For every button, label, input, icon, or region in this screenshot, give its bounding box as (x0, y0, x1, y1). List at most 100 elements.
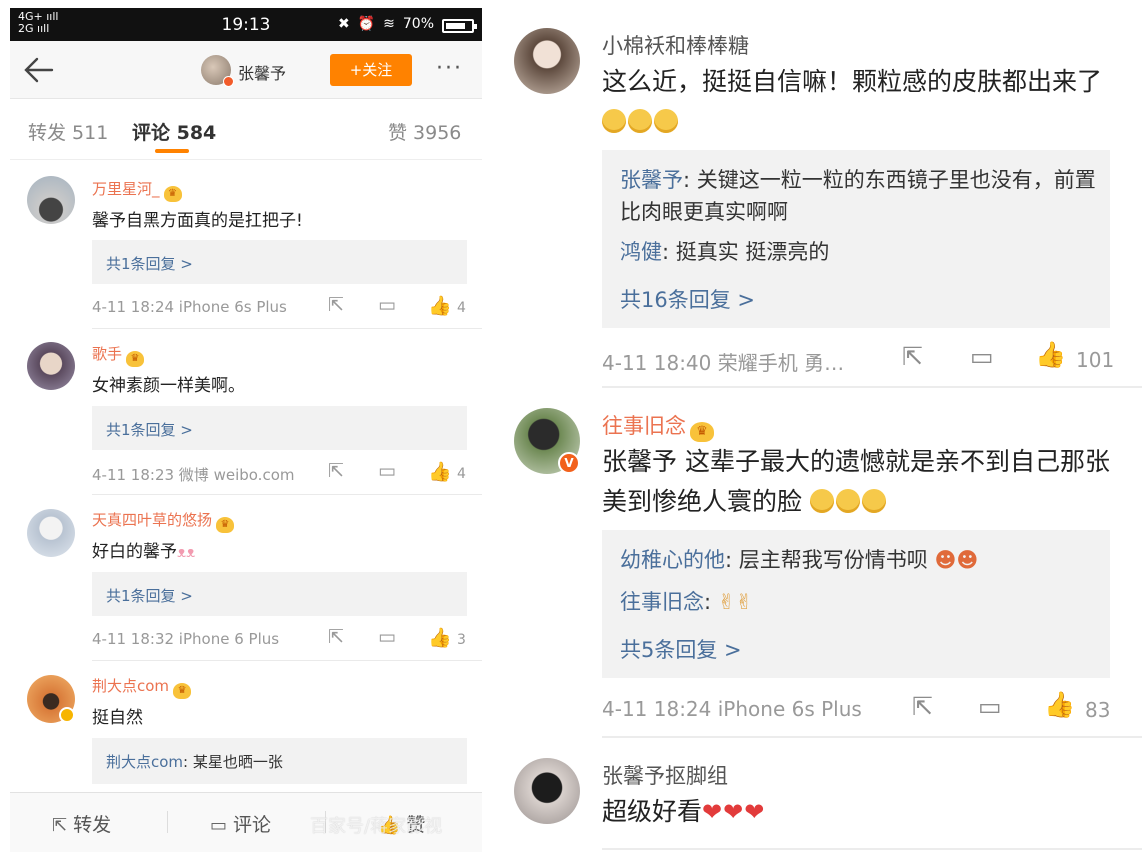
comment-icon[interactable]: ▭ (978, 692, 1002, 721)
reply-username[interactable]: 张馨予 (620, 168, 683, 192)
tab-comments[interactable]: 评论 584 (132, 118, 216, 145)
comment-username[interactable]: 歌手 ♛ (92, 343, 145, 367)
divider (167, 811, 168, 833)
comment-meta: 4-11 18:23 微博 weibo.com (92, 466, 295, 484)
share-icon[interactable]: ⇱ (902, 342, 923, 371)
reply-username[interactable]: 往事旧念 (620, 590, 704, 614)
share-icon[interactable]: ⇱ (328, 294, 344, 316)
heart-emoji-icon: ❤ (702, 798, 723, 826)
watermark: 百家号/蒋家影视 (310, 816, 443, 837)
reply-line: 鸿健: 挺真实 挺漂亮的 (620, 236, 1100, 268)
hand-emoji-icon: ✌✌ (717, 590, 753, 614)
comment-username[interactable]: 张馨予抠脚组 (602, 760, 728, 790)
reply-box[interactable]: 荆大点com: 某星也晒一张 (92, 738, 467, 784)
reply-box[interactable]: 共1条回复 > (92, 406, 467, 450)
emoji-icon (654, 109, 678, 133)
emoji-icon (861, 489, 886, 513)
thumbs-up-icon[interactable]: 👍 (428, 294, 452, 317)
comment-text: 张馨予 这辈子最大的遗憾就是亲不到自己那张美到惨绝人寰的脸 (602, 447, 1110, 516)
comment-text: 馨予自黑方面真的是扛把子! (92, 211, 303, 231)
alarm-icon: ⏰ (357, 16, 376, 32)
reply-text: : (704, 590, 712, 614)
thumbs-up-icon[interactable]: 👍 (428, 626, 452, 649)
comment-icon[interactable]: ▭ (970, 342, 994, 371)
comment-icon: ▭ (210, 815, 228, 836)
pig-emoji-icon: ᴥᴥ (177, 543, 196, 561)
author-name[interactable]: 张馨予 (238, 60, 286, 84)
comment-username[interactable]: 小棉袄和棒棒糖 (602, 30, 749, 60)
emoji-icon (835, 489, 860, 513)
post-tabs: 转发 511 评论 584 赞 3956 (10, 100, 482, 160)
comment-text: 超级好看❤❤❤ (602, 792, 1122, 832)
emoji-icon (628, 109, 652, 133)
comment-button[interactable]: ▭ 评论 (210, 810, 271, 837)
reply-username[interactable]: 鸿健 (620, 240, 662, 264)
mute-icon: ✖ (337, 16, 350, 32)
comment-meta: 4-11 18:24 iPhone 6s Plus (602, 697, 862, 721)
emoji-icon (809, 489, 834, 513)
share-icon[interactable]: ⇱ (328, 626, 344, 648)
comment-username[interactable]: 荆大点com ♛ (92, 675, 192, 699)
reply-box[interactable]: 共1条回复 > (92, 240, 467, 284)
verified-badge-icon (59, 707, 75, 723)
heart-emoji-icon: ❤ (723, 798, 744, 826)
avatar[interactable] (27, 176, 75, 224)
reply-username[interactable]: 幼稚心的他 (620, 548, 725, 572)
thumbs-up-icon[interactable]: 👍 (1044, 690, 1075, 720)
reply-box[interactable]: 张馨予: 关键这一粒一粒的东西镜子里也没有，前置比肉眼更真实啊啊 鸿健: 挺真实… (602, 150, 1110, 328)
comment-item: 歌手 ♛ 女神素颜一样美啊。 共1条回复 > 4-11 18:23 微博 weib… (10, 329, 482, 494)
comment-icon[interactable]: ▭ (378, 626, 396, 648)
wifi-icon: ≋ (383, 16, 395, 32)
follow-button[interactable]: +关注 (330, 54, 412, 86)
reply-count-link[interactable]: 共1条回复 > (106, 585, 193, 606)
comment-meta: 4-11 18:24 iPhone 6s Plus (92, 298, 287, 316)
back-arrow-icon[interactable] (22, 53, 56, 87)
crown-badge-icon: ♛ (690, 422, 714, 442)
like-count: 83 (1085, 698, 1111, 722)
reply-box[interactable]: 共1条回复 > (92, 572, 467, 616)
active-tab-indicator (155, 149, 189, 153)
reply-count-link[interactable]: 共1条回复 > (106, 253, 193, 274)
avatar[interactable] (27, 509, 75, 557)
reply-box[interactable]: 幼稚心的他: 层主帮我写份情书呗 ☻☻ 往事旧念: ✌✌ 共5条回复 > (602, 530, 1110, 678)
author-avatar[interactable] (201, 55, 234, 87)
like-count: 4 (457, 300, 466, 316)
reply-count-link[interactable]: 共5条回复 > (620, 634, 742, 664)
comment-item: 万里星河_ ♛ 馨予自黑方面真的是扛把子! 共1条回复 > 4-11 18:24 … (10, 162, 482, 328)
comment-text: 挺自然 (92, 708, 143, 728)
avatar[interactable] (514, 758, 580, 824)
comment-text: 女神素颜一样美啊。 (92, 376, 245, 396)
comment-username[interactable]: 万里星河_ ♛ (92, 178, 182, 202)
reply-count-link[interactable]: 共16条回复 > (620, 284, 755, 314)
comment-text: 好白的馨予ᴥᴥ (92, 542, 196, 562)
like-count: 101 (1076, 348, 1115, 372)
avatar[interactable] (514, 28, 580, 94)
reply-username[interactable]: 荆大点com (106, 753, 183, 771)
reply-line: 幼稚心的他: 层主帮我写份情书呗 ☻☻ (620, 544, 1100, 576)
comment-text: 这么近，挺挺自信嘛！颗粒感的皮肤都出来了 (602, 62, 1122, 142)
comment-icon[interactable]: ▭ (378, 294, 396, 316)
avatar[interactable] (27, 342, 75, 390)
comment-username[interactable]: 往事旧念 ♛ (602, 410, 714, 442)
verified-badge-icon (223, 76, 234, 87)
crown-badge-icon: ♛ (163, 186, 182, 202)
like-count: 3 (457, 632, 466, 648)
emoji-icon: ☻☻ (934, 548, 979, 572)
reply-line: 张馨予: 关键这一粒一粒的东西镜子里也没有，前置比肉眼更真实啊啊 (620, 164, 1100, 228)
tab-likes[interactable]: 赞 3956 (388, 118, 461, 145)
thumbs-up-icon[interactable]: 👍 (428, 460, 452, 483)
more-options-icon[interactable]: ··· (436, 56, 463, 81)
comment-item: 天真四叶草的悠扬 ♛ 好白的馨予ᴥᴥ 共1条回复 > 4-11 18:32 iPh… (10, 495, 482, 660)
repost-button[interactable]: ⇱ 转发 (52, 810, 111, 837)
thumbs-up-icon[interactable]: 👍 (1035, 340, 1066, 370)
share-icon[interactable]: ⇱ (912, 692, 933, 721)
divider (602, 386, 1142, 388)
comment-icon[interactable]: ▭ (378, 460, 396, 482)
share-icon[interactable]: ⇱ (328, 460, 344, 482)
tab-repost[interactable]: 转发 511 (28, 118, 108, 145)
repost-icon: ⇱ (52, 815, 68, 836)
reply-text: : 关键这一粒一粒的东西镜子里也没有，前置比肉眼更真实啊啊 (620, 168, 1096, 224)
comment-username[interactable]: 天真四叶草的悠扬 ♛ (92, 509, 235, 533)
reply-count-link[interactable]: 共1条回复 > (106, 419, 193, 440)
heart-emoji-icon: ❤ (744, 798, 765, 826)
